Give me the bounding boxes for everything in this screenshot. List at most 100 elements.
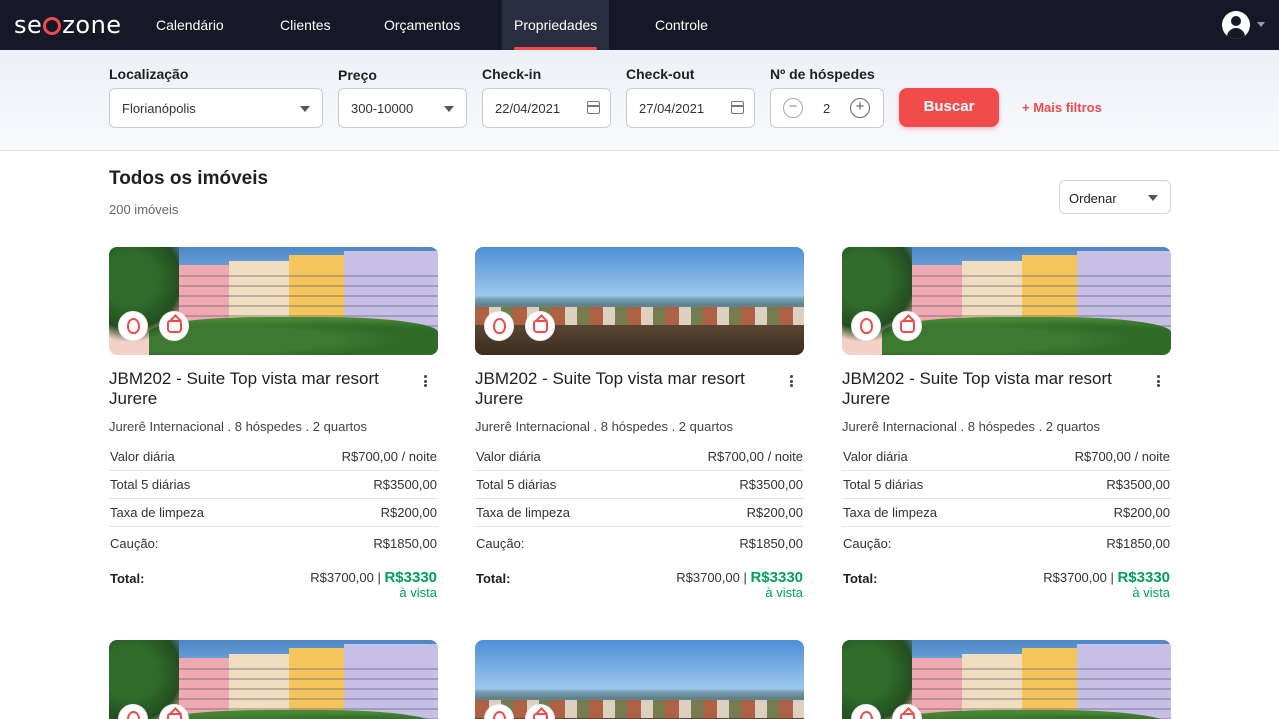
property-subtitle: Jurerê Internacional . 8 hóspedes . 2 qu… (109, 419, 367, 434)
calendar-icon (731, 101, 744, 114)
payment-note: à vista (399, 585, 437, 600)
results-count: 200 imóveis (109, 202, 179, 217)
nav-item-orcamentos[interactable]: Orçamentos (372, 0, 472, 50)
user-avatar-icon[interactable] (1222, 11, 1250, 39)
property-title[interactable]: JBM202 - Suite Top vista mar resort Jure… (842, 369, 1142, 409)
total-row: Total: R$3700,00 | R$3330 à vista (109, 569, 438, 605)
guests-label: Nº de hóspedes (770, 66, 875, 82)
property-photo[interactable] (475, 247, 804, 355)
plus-icon[interactable]: + (850, 98, 870, 118)
row-value: R$1850,00 (739, 536, 803, 551)
row-label: Valor diária (843, 449, 908, 464)
row-label: Valor diária (110, 449, 175, 464)
airbnb-icon (851, 311, 881, 341)
logo-text-right: zone (62, 11, 122, 39)
total-label: Total: (476, 571, 511, 586)
row-label: Taxa de limpeza (476, 505, 570, 520)
property-photo[interactable] (109, 247, 438, 355)
property-photo[interactable] (475, 640, 804, 719)
row-value: R$200,00 (1113, 505, 1170, 520)
total-label: Total: (110, 571, 145, 586)
calendar-icon (587, 101, 600, 114)
price-label: Preço (338, 67, 377, 83)
home-listing-icon (525, 311, 555, 341)
property-title[interactable]: JBM202 - Suite Top vista mar resort Jure… (109, 369, 409, 409)
property-card[interactable] (109, 640, 438, 719)
more-options-icon[interactable] (1157, 375, 1161, 387)
chevron-down-icon[interactable] (1257, 22, 1265, 27)
row-label: Total 5 diárias (843, 477, 924, 492)
price-value: 300-10000 (351, 101, 414, 116)
chevron-down-icon (300, 106, 310, 112)
total-full-price: R$3700,00 | (676, 570, 751, 585)
row-label: Total 5 diárias (110, 477, 191, 492)
total-discount-price: R$3330 (384, 569, 437, 586)
property-card[interactable] (475, 640, 804, 719)
property-photo[interactable] (109, 640, 438, 719)
row-value: R$200,00 (380, 505, 437, 520)
property-subtitle: Jurerê Internacional . 8 hóspedes . 2 qu… (842, 419, 1100, 434)
property-title[interactable]: JBM202 - Suite Top vista mar resort Jure… (475, 369, 775, 409)
sort-select[interactable]: Ordenar (1059, 180, 1171, 214)
logo-mark-icon (43, 17, 62, 35)
payment-note: à vista (765, 585, 803, 600)
property-card[interactable] (842, 640, 1171, 719)
row-label: Taxa de limpeza (843, 505, 937, 520)
checkin-date-input[interactable]: 22/04/2021 (482, 88, 611, 128)
chevron-down-icon (444, 106, 454, 112)
checkin-value: 22/04/2021 (495, 101, 561, 116)
guests-stepper: − 2 + (770, 88, 884, 128)
row-value: R$700,00 / noite (1074, 449, 1170, 464)
price-row: Taxa de limpeza R$200,00 (842, 499, 1171, 527)
search-button[interactable]: Buscar (899, 88, 999, 127)
nav-item-calendario[interactable]: Calendário (144, 0, 236, 50)
more-options-icon[interactable] (790, 375, 794, 387)
price-row: Caução: R$1850,00 (842, 530, 1171, 558)
minus-icon[interactable]: − (783, 98, 803, 118)
price-row: Valor diária R$700,00 / noite (109, 443, 438, 471)
property-card[interactable]: JBM202 - Suite Top vista mar resort Jure… (842, 247, 1171, 617)
row-label: Total 5 diárias (476, 477, 557, 492)
nav-item-controle[interactable]: Controle (643, 0, 720, 50)
price-row: Taxa de limpeza R$200,00 (475, 499, 804, 527)
page-title: Todos os imóveis (109, 168, 269, 189)
total-row: Total: R$3700,00 | R$3330 à vista (475, 569, 804, 605)
nav-item-propriedades[interactable]: Propriedades (502, 0, 610, 50)
more-options-icon[interactable] (424, 375, 428, 387)
payment-note: à vista (1132, 585, 1170, 600)
price-row: Total 5 diárias R$3500,00 (475, 471, 804, 499)
row-value: R$3500,00 (1106, 477, 1170, 492)
logo-text-left: se (14, 11, 43, 39)
location-select[interactable]: Florianópolis (109, 88, 323, 128)
row-value: R$3500,00 (739, 477, 803, 492)
property-card[interactable]: JBM202 - Suite Top vista mar resort Jure… (109, 247, 438, 617)
chevron-down-icon (1148, 195, 1158, 201)
home-listing-icon (892, 311, 922, 341)
checkout-date-input[interactable]: 27/04/2021 (626, 88, 755, 128)
row-value: R$700,00 / noite (707, 449, 803, 464)
search-filter-bar: Localização Florianópolis Preço 300-1000… (0, 50, 1279, 151)
row-label: Caução: (843, 536, 892, 551)
more-filters-link[interactable]: + Mais filtros (1022, 100, 1102, 115)
checkout-value: 27/04/2021 (639, 101, 705, 116)
seazone-logo[interactable]: se zone (14, 10, 122, 40)
location-value: Florianópolis (122, 101, 196, 116)
row-label: Caução: (110, 536, 159, 551)
checkout-label: Check-out (626, 66, 695, 82)
price-row: Valor diária R$700,00 / noite (842, 443, 1171, 471)
row-value: R$3500,00 (373, 477, 437, 492)
price-select[interactable]: 300-10000 (338, 88, 467, 128)
row-label: Taxa de limpeza (110, 505, 204, 520)
property-photo[interactable] (842, 247, 1171, 355)
row-label: Caução: (476, 536, 525, 551)
nav-item-clientes[interactable]: Clientes (268, 0, 343, 50)
row-label: Valor diária (476, 449, 541, 464)
property-card[interactable]: JBM202 - Suite Top vista mar resort Jure… (475, 247, 804, 617)
price-row: Valor diária R$700,00 / noite (475, 443, 804, 471)
airbnb-icon (118, 311, 148, 341)
price-row: Caução: R$1850,00 (475, 530, 804, 558)
sort-value: Ordenar (1069, 191, 1117, 206)
row-value: R$200,00 (746, 505, 803, 520)
property-photo[interactable] (842, 640, 1171, 719)
location-label: Localização (109, 66, 189, 82)
